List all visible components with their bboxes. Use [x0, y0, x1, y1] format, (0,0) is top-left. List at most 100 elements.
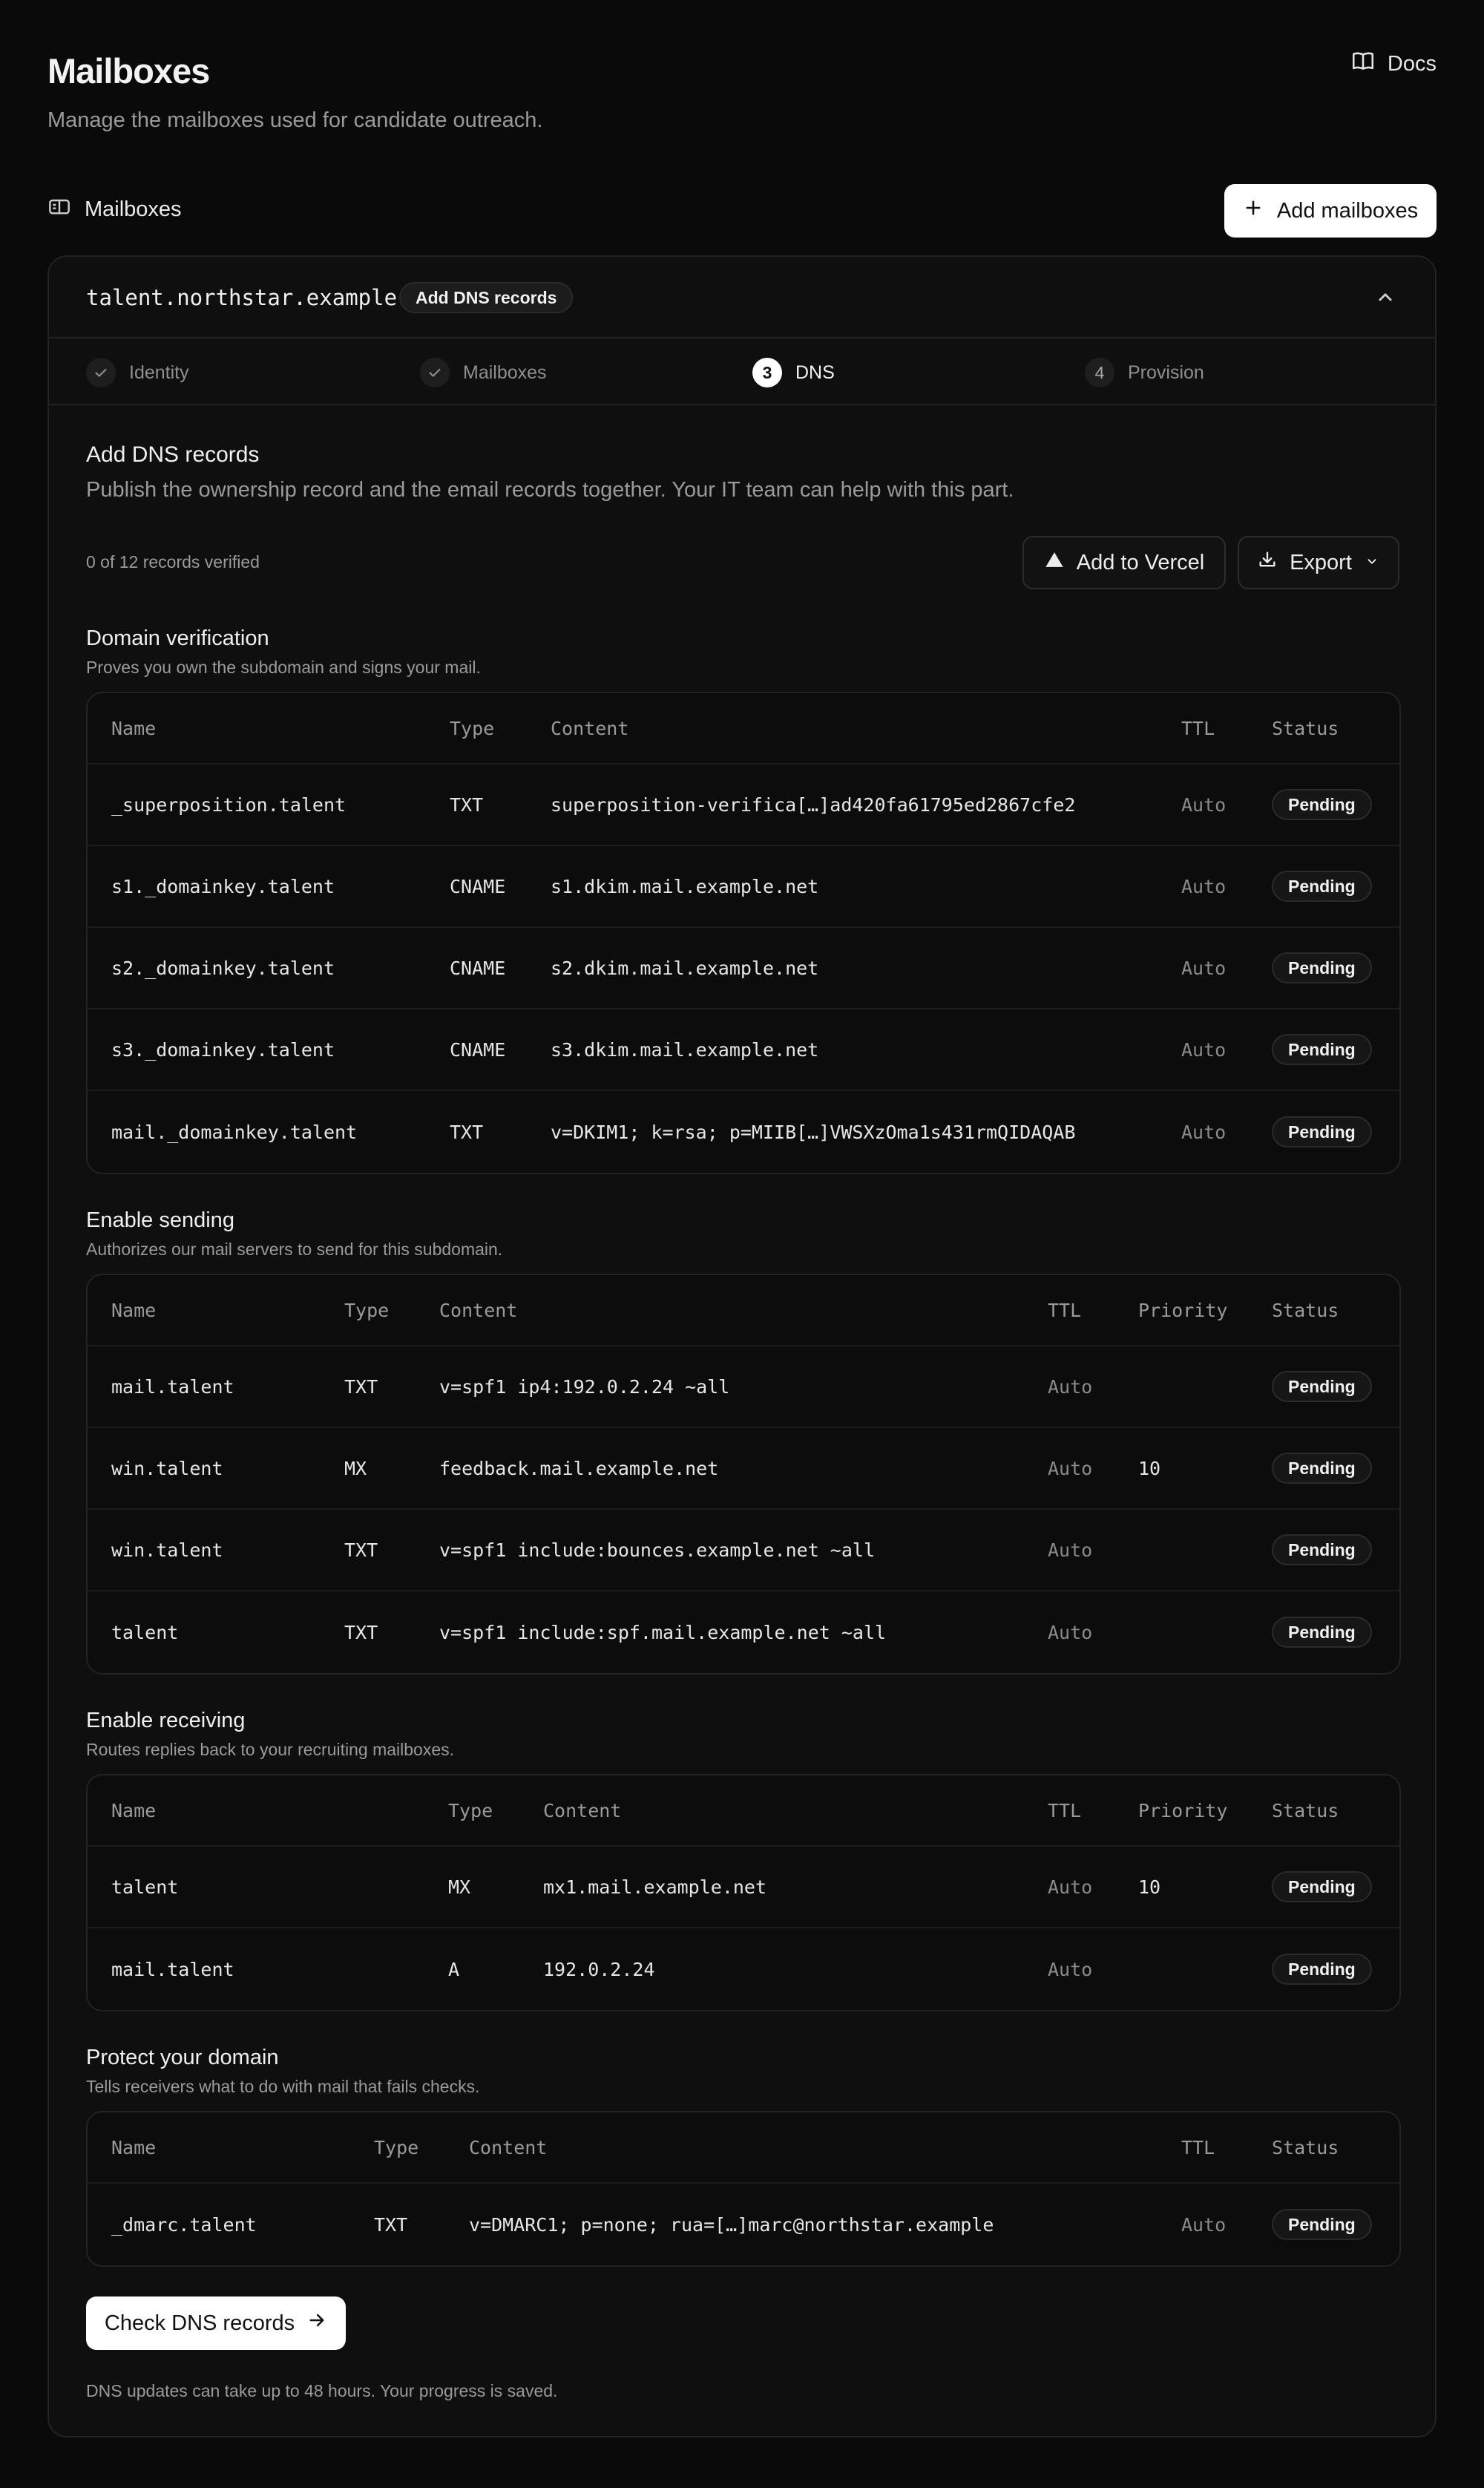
record-content[interactable]: mx1.mail.example.net [543, 1847, 766, 1927]
group-title-enable-receiving: Enable receiving [86, 1709, 246, 1732]
group-subtitle: Authorizes our mail servers to send for … [86, 1240, 503, 1259]
record-type: CNAME [450, 1038, 506, 1061]
dns-table-enable-sending: Name Type Content TTL Priority Status ma… [86, 1274, 1401, 1675]
record-name[interactable]: s2._domainkey.talent [111, 928, 335, 1008]
step-mailboxes[interactable]: Mailboxes [420, 358, 547, 387]
record-content[interactable]: v=DKIM1; k=rsa; p=MIIB[…]VWSXzOma1s431rm… [551, 1091, 1075, 1173]
chevron-up-icon[interactable] [1373, 285, 1398, 310]
record-content[interactable]: v=spf1 ip4:192.0.2.24 ~all [439, 1346, 729, 1427]
table-row: _superposition.talent TXT superposition-… [88, 765, 1399, 846]
table-row: mail.talent A 192.0.2.24 Auto Pending [88, 1928, 1399, 2010]
stepper: Identity Mailboxes 3 DNS 4 Provision [49, 338, 1435, 405]
record-content[interactable]: v=spf1 include:spf.mail.example.net ~all [439, 1591, 886, 1673]
col-content: Content [551, 717, 629, 739]
chevron-down-icon [1364, 551, 1380, 575]
status-badge: Pending [1272, 1453, 1372, 1484]
arrow-right-icon [306, 2310, 327, 2337]
check-icon [86, 358, 116, 387]
record-type: TXT [450, 793, 484, 816]
step-identity[interactable]: Identity [86, 358, 189, 387]
col-type: Type [450, 717, 495, 739]
status-badge: Pending [1272, 952, 1372, 983]
record-name[interactable]: _superposition.talent [111, 765, 346, 845]
record-content[interactable]: 192.0.2.24 [543, 1928, 655, 2010]
record-ttl: Auto [1048, 1958, 1093, 1980]
status-badge: Pending [1272, 1954, 1372, 1985]
table-row: talent MX mx1.mail.example.net Auto 10 P… [88, 1847, 1399, 1928]
book-icon [1350, 48, 1376, 79]
export-button[interactable]: Export [1238, 536, 1399, 589]
page-title: Mailboxes [47, 51, 210, 91]
add-mailboxes-label: Add mailboxes [1276, 198, 1419, 223]
table-row: win.talent MX feedback.mail.example.net … [88, 1428, 1399, 1510]
status-badge: Pending [1272, 1871, 1372, 1902]
docs-link[interactable]: Docs [1350, 48, 1437, 80]
record-ttl: Auto [1181, 1121, 1227, 1143]
col-content: Content [469, 2136, 548, 2158]
record-name[interactable]: s1._domainkey.talent [111, 846, 335, 926]
page-subtitle: Manage the mailboxes used for candidate … [47, 108, 543, 132]
step-label: Provision [1128, 361, 1204, 383]
check-dns-records-button[interactable]: Check DNS records [86, 2297, 346, 2350]
record-content[interactable]: superposition-verifica[…]ad420fa61795ed2… [551, 765, 1075, 845]
record-content[interactable]: s2.dkim.mail.example.net [551, 928, 818, 1008]
table-row: s3._domainkey.talent CNAME s3.dkim.mail.… [88, 1009, 1399, 1091]
col-ttl: TTL [1048, 1799, 1082, 1821]
domain-card: talent.northstar.example Add DNS records… [47, 255, 1437, 2438]
step-provision[interactable]: 4 Provision [1085, 358, 1204, 387]
record-name[interactable]: talent [111, 1591, 178, 1673]
add-mailboxes-button[interactable]: Add mailboxes [1224, 184, 1437, 238]
col-priority: Priority [1138, 1299, 1228, 1321]
table-row: s2._domainkey.talent CNAME s2.dkim.mail.… [88, 928, 1399, 1009]
domain-card-header[interactable]: talent.northstar.example Add DNS records [49, 257, 1435, 338]
col-ttl: TTL [1181, 717, 1215, 739]
table-row: s1._domainkey.talent CNAME s1.dkim.mail.… [88, 846, 1399, 928]
record-name[interactable]: mail._domainkey.talent [111, 1091, 357, 1173]
col-type: Type [344, 1299, 390, 1321]
domain-name: talent.northstar.example [86, 285, 398, 310]
col-status: Status [1272, 717, 1339, 739]
record-type: TXT [344, 1375, 378, 1398]
record-type: A [448, 1958, 460, 1980]
record-name[interactable]: talent [111, 1847, 178, 1927]
step-dns[interactable]: 3 DNS [752, 358, 835, 387]
record-content[interactable]: v=DMARC1; p=none; rua=[…]marc@northstar.… [469, 2184, 994, 2265]
record-name[interactable]: mail.talent [111, 1928, 234, 2010]
col-type: Type [374, 2136, 419, 2158]
record-type: MX [448, 1876, 471, 1898]
add-to-vercel-button[interactable]: Add to Vercel [1022, 536, 1226, 589]
record-ttl: Auto [1181, 875, 1227, 897]
record-content[interactable]: s3.dkim.mail.example.net [551, 1009, 818, 1090]
record-content[interactable]: feedback.mail.example.net [439, 1428, 718, 1508]
group-title-domain-verification: Domain verification [86, 626, 269, 650]
table-header: Name Type Content TTL Priority Status [88, 1775, 1399, 1847]
dns-title: Add DNS records [86, 442, 260, 467]
record-content[interactable]: s1.dkim.mail.example.net [551, 846, 818, 926]
record-name[interactable]: win.talent [111, 1510, 223, 1590]
vercel-button-label: Add to Vercel [1076, 550, 1205, 574]
group-title-protect-domain: Protect your domain [86, 2046, 279, 2069]
record-content[interactable]: v=spf1 include:bounces.example.net ~all [439, 1510, 875, 1590]
dns-description: Publish the ownership record and the ema… [86, 478, 1014, 502]
record-name[interactable]: _dmarc.talent [111, 2184, 257, 2265]
table-header: Name Type Content TTL Priority Status [88, 1275, 1399, 1346]
record-type: CNAME [450, 957, 506, 979]
dns-footnote: DNS updates can take up to 48 hours. You… [86, 2381, 558, 2400]
mailbox-icon [47, 194, 71, 224]
check-button-label: Check DNS records [104, 2311, 295, 2335]
status-badge: Pending [1272, 2209, 1372, 2240]
step-label: DNS [795, 361, 835, 383]
check-icon [420, 358, 450, 387]
col-name: Name [111, 2136, 157, 2158]
record-ttl: Auto [1181, 2213, 1227, 2236]
record-name[interactable]: mail.talent [111, 1346, 234, 1427]
status-badge: Add DNS records [399, 282, 574, 313]
record-name[interactable]: s3._domainkey.talent [111, 1009, 335, 1090]
dns-table-domain-verification: Name Type Content TTL Status _superposit… [86, 692, 1401, 1174]
col-name: Name [111, 717, 157, 739]
record-ttl: Auto [1181, 957, 1227, 979]
record-name[interactable]: win.talent [111, 1428, 223, 1508]
record-priority: 10 [1138, 1876, 1161, 1898]
record-ttl: Auto [1048, 1375, 1093, 1398]
table-row: win.talent TXT v=spf1 include:bounces.ex… [88, 1510, 1399, 1591]
